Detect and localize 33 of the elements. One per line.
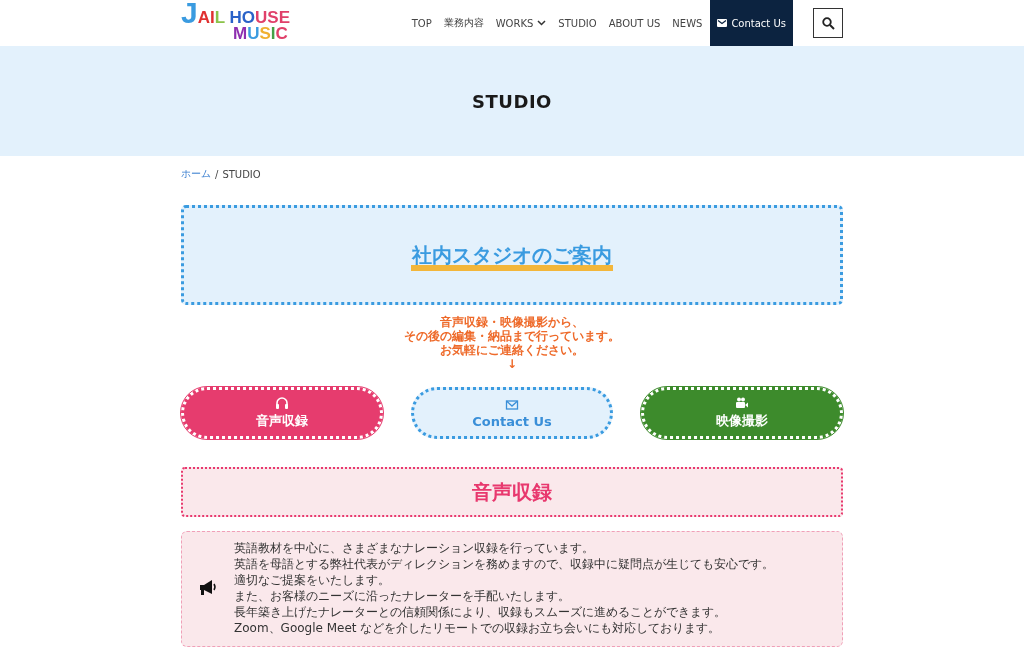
info-text: 適切なご提案をいたします。 [234,572,391,588]
chevron-down-icon [537,20,547,26]
intro-text: 音声収録・映像撮影から、 [440,315,584,329]
page-title: STUDIO [472,90,552,112]
nav-link[interactable]: ABOUT US [602,0,667,46]
nav-link[interactable]: TOP [405,0,438,46]
nav-link[interactable]: 業務内容 [437,0,490,46]
intro-text: ↓ [506,357,518,371]
headphones-icon [275,396,289,410]
nav-link[interactable]: NEWS [666,0,709,46]
info-text: 英語を母語とする弊社代表がディレクションを務めますので、収録中に疑問点が生じても安心です。 [234,556,774,572]
video-camera-icon [735,396,749,410]
mail-icon [505,397,519,412]
megaphone-icon [198,579,218,597]
info-text: 英語教材を中心に、さまざまなナレーション収録を行っています。 [234,540,595,556]
contact-button[interactable]: Contact Us [710,0,793,46]
intro-text: その後の編集・納品まで行っています。 [404,329,620,343]
logo[interactable]: JAIL HOUSE MUSIC [181,4,290,42]
breadcrumb-link[interactable]: ホーム [181,167,211,181]
nav-link[interactable]: STUDIO [552,0,603,46]
intro-text: お気軽にご連絡ください。 [440,343,584,357]
section-heading: 音声収録 [472,478,552,506]
breadcrumb-separator: / [215,168,219,180]
info-text: Zoom、Google Meet などを介したリモートでの収録お立ち会いにも対応しております。 [234,620,722,636]
search-icon [821,16,835,30]
breadcrumb-current: STUDIO [222,168,261,180]
section-button[interactable]: 映像撮影 [641,387,843,439]
section-button[interactable]: 音声収録 [181,387,383,439]
mail-icon [717,18,728,28]
info-text: また、お客様のニーズに沿ったナレーターを手配いたします。 [234,588,571,604]
search-button[interactable] [813,8,843,38]
info-text: 長年築き上げたナレーターとの信頼関係により、収録もスムーズに進めることができます。 [234,604,727,620]
nav-link[interactable]: WORKS [489,0,553,46]
